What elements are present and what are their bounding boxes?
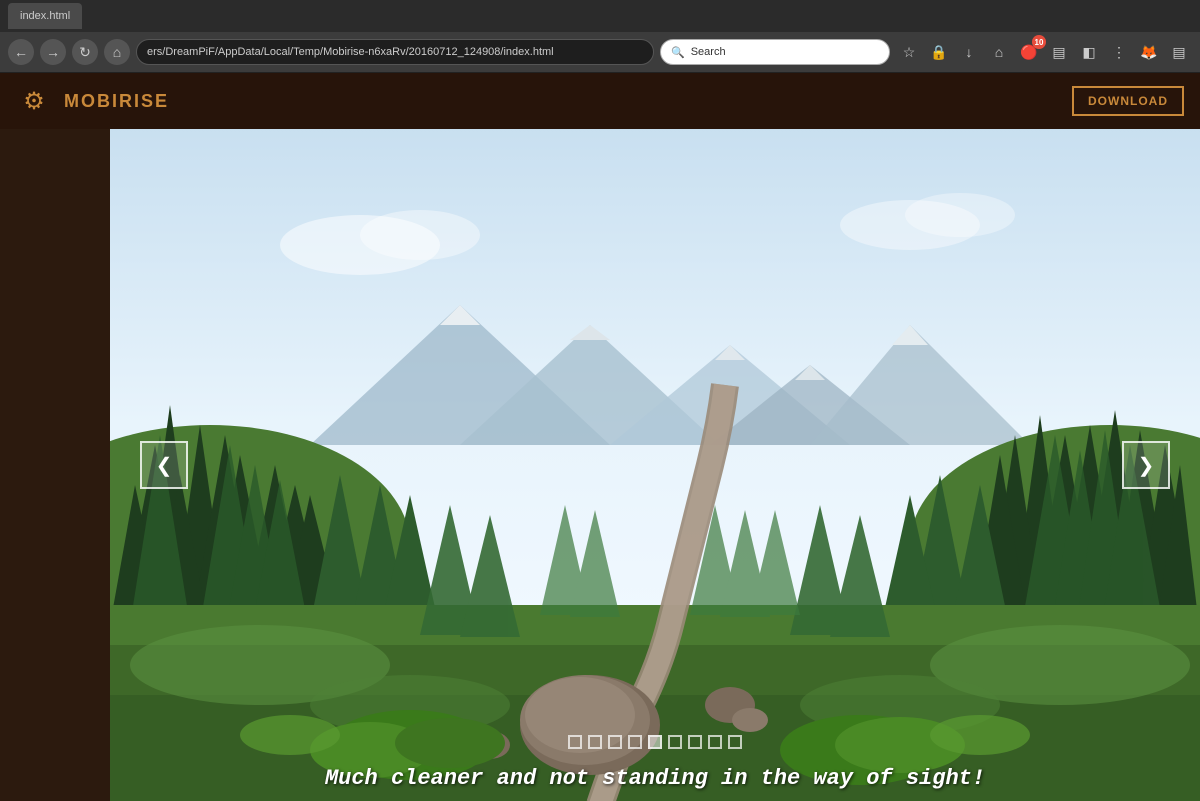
browser-chrome: index.html ← → ↻ ⌂ ers/DreamPiF/AppData/… bbox=[0, 0, 1200, 73]
lock-button[interactable]: 🔒 bbox=[926, 39, 952, 65]
address-text: ers/DreamPiF/AppData/Local/Temp/Mobirise… bbox=[147, 46, 554, 58]
bookmark-button[interactable]: ☆ bbox=[896, 39, 922, 65]
app-logo-icon: ⚙ bbox=[16, 83, 52, 119]
search-bar[interactable]: 🔍 Search bbox=[660, 39, 890, 65]
address-bar-row: ← → ↻ ⌂ ers/DreamPiF/AppData/Local/Temp/… bbox=[0, 32, 1200, 72]
slide-dot-9[interactable] bbox=[728, 735, 742, 749]
slide-dot-8[interactable] bbox=[708, 735, 722, 749]
slide-dot-3[interactable] bbox=[608, 735, 622, 749]
slide-caption: Much cleaner and not standing in the way… bbox=[110, 766, 1200, 791]
slider-next-button[interactable]: ❯ bbox=[1122, 441, 1170, 489]
slide-dot-7[interactable] bbox=[688, 735, 702, 749]
app-header: ⚙ MOBIRISE DOWNLOAD bbox=[0, 73, 1200, 129]
download-browser-button[interactable]: ↓ bbox=[956, 39, 982, 65]
tab-label: index.html bbox=[20, 10, 70, 22]
slide-dot-5[interactable] bbox=[648, 735, 662, 749]
gear-icon: ⚙ bbox=[23, 87, 45, 116]
back-button[interactable]: ← bbox=[8, 39, 34, 65]
browser-tab[interactable]: index.html bbox=[8, 3, 82, 29]
more-button[interactable]: ⋮ bbox=[1106, 39, 1132, 65]
left-sidebar bbox=[0, 73, 110, 801]
arrow-right-icon: ❯ bbox=[1138, 453, 1155, 478]
badge-count: 10 bbox=[1032, 35, 1046, 49]
address-bar[interactable]: ers/DreamPiF/AppData/Local/Temp/Mobirise… bbox=[136, 39, 654, 65]
search-icon: 🔍 bbox=[671, 46, 685, 59]
slide-image bbox=[110, 129, 1200, 801]
main-content: ❮ ❯ Much cleaner and not standing in the… bbox=[110, 129, 1200, 801]
slide-dot-2[interactable] bbox=[588, 735, 602, 749]
notifications-badge[interactable]: 🔴 10 bbox=[1016, 39, 1042, 65]
download-button[interactable]: DOWNLOAD bbox=[1072, 86, 1184, 116]
toolbar-icons: ☆ 🔒 ↓ ⌂ 🔴 10 ▤ ◧ ⋮ 🦊 ▤ bbox=[896, 39, 1192, 65]
slider-container: ❮ ❯ Much cleaner and not standing in the… bbox=[110, 129, 1200, 801]
slide-dot-6[interactable] bbox=[668, 735, 682, 749]
arrow-left-icon: ❮ bbox=[156, 453, 173, 478]
menu-button[interactable]: ▤ bbox=[1046, 39, 1072, 65]
search-placeholder-text: Search bbox=[691, 46, 726, 58]
slide-dot-1[interactable] bbox=[568, 735, 582, 749]
extra-button2[interactable]: ▤ bbox=[1166, 39, 1192, 65]
tab-bar: index.html bbox=[0, 0, 1200, 32]
slide-dot-4[interactable] bbox=[628, 735, 642, 749]
slider-prev-button[interactable]: ❮ bbox=[140, 441, 188, 489]
app-title: MOBIRISE bbox=[64, 91, 169, 112]
home-button[interactable]: ⌂ bbox=[104, 39, 130, 65]
slide-dots bbox=[568, 735, 742, 749]
home-icon-button[interactable]: ⌂ bbox=[986, 39, 1012, 65]
refresh-button[interactable]: ↻ bbox=[72, 39, 98, 65]
app-area: ⚙ MOBIRISE DOWNLOAD bbox=[0, 73, 1200, 801]
forward-button[interactable]: → bbox=[40, 39, 66, 65]
extra-button[interactable]: 🦊 bbox=[1136, 39, 1162, 65]
extensions-button[interactable]: ◧ bbox=[1076, 39, 1102, 65]
